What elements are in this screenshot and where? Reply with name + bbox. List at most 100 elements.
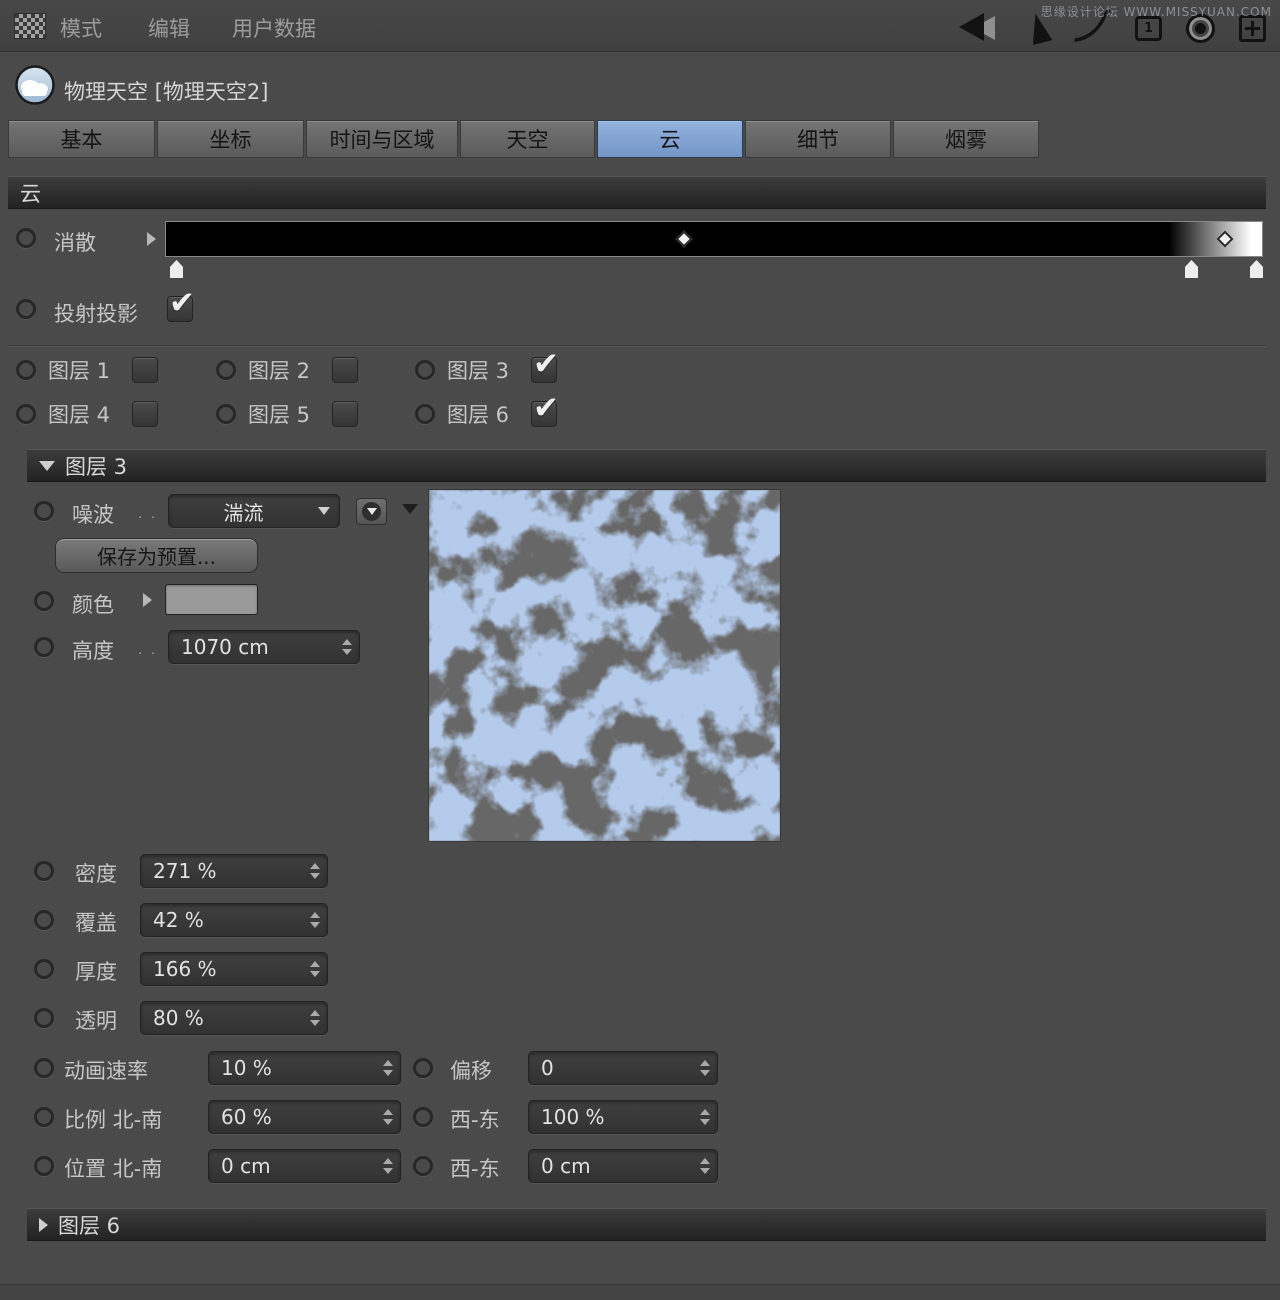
transparency-field[interactable]: 80 %: [140, 1001, 328, 1035]
thickness-stepper[interactable]: [307, 961, 327, 977]
tab-coords[interactable]: 坐标: [157, 120, 304, 158]
gradient-handle-left[interactable]: [170, 260, 183, 278]
coverage-keyframe-dot[interactable]: [34, 910, 54, 930]
section-clouds-title: 云: [20, 178, 41, 208]
anim-speed-field[interactable]: 10 %: [208, 1051, 401, 1085]
transparency-label: 透明: [75, 1005, 117, 1035]
lock-number: 1: [1144, 21, 1153, 36]
thickness-field[interactable]: 166 %: [140, 952, 328, 986]
layer4-checkbox[interactable]: [132, 401, 158, 427]
transparency-value: 80 %: [141, 1006, 307, 1030]
coverage-field[interactable]: 42 %: [140, 903, 328, 937]
menu-grid-icon[interactable]: [14, 13, 46, 39]
scale-ns-stepper[interactable]: [380, 1109, 400, 1125]
dissipation-keyframe-dot[interactable]: [16, 228, 36, 248]
dissipation-expander-icon[interactable]: [147, 232, 156, 246]
preset-circle-icon: [362, 502, 381, 521]
transparency-keyframe-dot[interactable]: [34, 1008, 54, 1028]
thickness-keyframe-dot[interactable]: [34, 959, 54, 979]
tab-basic[interactable]: 基本: [8, 120, 155, 158]
layer1-row: 图层 1: [16, 357, 158, 383]
gradient-right-knot-icon[interactable]: [1217, 231, 1234, 248]
layer5-row: 图层 5: [216, 401, 358, 427]
offset-label: 偏移: [450, 1055, 492, 1085]
layer5-checkbox[interactable]: [332, 401, 358, 427]
anim-speed-value: 10 %: [209, 1056, 380, 1080]
pos-ns-field[interactable]: 0 cm: [208, 1149, 401, 1183]
layer2-keyframe-dot[interactable]: [216, 360, 236, 380]
thickness-value: 166 %: [141, 957, 307, 981]
layer4-row: 图层 4: [16, 401, 158, 427]
tab-time[interactable]: 时间与区域: [306, 120, 458, 158]
offset-stepper[interactable]: [697, 1060, 717, 1076]
tab-clouds[interactable]: 云: [597, 120, 743, 158]
pos-we-stepper[interactable]: [697, 1158, 717, 1174]
menu-mode[interactable]: 模式: [60, 13, 102, 43]
layer6-checkbox[interactable]: ✔: [531, 401, 557, 427]
layer1-checkbox[interactable]: [132, 357, 158, 383]
cast-shadow-keyframe-dot[interactable]: [16, 299, 36, 319]
layer6-keyframe-dot[interactable]: [415, 404, 435, 424]
collapse-arrow-icon[interactable]: [39, 461, 55, 471]
noise-keyframe-dot[interactable]: [34, 501, 54, 521]
layer5-keyframe-dot[interactable]: [216, 404, 236, 424]
noise-type-value: 湍流: [169, 497, 318, 526]
gradient-mid-knot-icon[interactable]: [676, 231, 693, 248]
noise-options-arrow-icon[interactable]: [402, 504, 418, 514]
tab-details[interactable]: 细节: [745, 120, 891, 158]
scale-ns-field[interactable]: 60 %: [208, 1100, 401, 1134]
section-layer6[interactable]: 图层 6: [27, 1208, 1266, 1241]
offset-keyframe-dot[interactable]: [413, 1058, 433, 1078]
pos-ns-stepper[interactable]: [380, 1158, 400, 1174]
density-field[interactable]: 271 %: [140, 854, 328, 888]
scale-ns-keyframe-dot[interactable]: [34, 1107, 54, 1127]
offset-field[interactable]: 0: [528, 1051, 718, 1085]
expand-arrow-icon[interactable]: [39, 1218, 48, 1232]
menu-edit[interactable]: 编辑: [148, 13, 190, 43]
save-preset-button[interactable]: 保存为预置...: [55, 538, 258, 573]
noise-type-dropdown[interactable]: 湍流: [168, 494, 340, 528]
section-clouds[interactable]: 云: [8, 176, 1266, 209]
gradient-handle-middle[interactable]: [1185, 260, 1198, 278]
density-keyframe-dot[interactable]: [34, 861, 54, 881]
transparency-stepper[interactable]: [307, 1010, 327, 1026]
pos-we-value: 0 cm: [529, 1154, 697, 1178]
scale-we-value: 100 %: [529, 1105, 697, 1129]
color-expander-icon[interactable]: [143, 593, 152, 607]
back-arrow-icon[interactable]: [959, 13, 1005, 43]
dissipation-gradient-bar[interactable]: [165, 221, 1263, 257]
gradient-handle-right[interactable]: [1250, 260, 1263, 278]
pos-ns-value: 0 cm: [209, 1154, 380, 1178]
anim-speed-stepper[interactable]: [380, 1060, 400, 1076]
cloud-texture-image: [429, 490, 780, 841]
tab-fog[interactable]: 烟雾: [893, 120, 1039, 158]
layer3-keyframe-dot[interactable]: [415, 360, 435, 380]
scale-we-stepper[interactable]: [697, 1109, 717, 1125]
color-keyframe-dot[interactable]: [34, 591, 54, 611]
scale-we-keyframe-dot[interactable]: [413, 1107, 433, 1127]
density-stepper[interactable]: [307, 863, 327, 879]
height-keyframe-dot[interactable]: [34, 637, 54, 657]
height-field[interactable]: 1070 cm: [168, 630, 360, 664]
color-swatch[interactable]: [165, 584, 258, 615]
layer2-checkbox[interactable]: [332, 357, 358, 383]
tab-sky[interactable]: 天空: [460, 120, 595, 158]
layer3-checkbox[interactable]: ✔: [531, 357, 557, 383]
coverage-stepper[interactable]: [307, 912, 327, 928]
section-layer3[interactable]: 图层 3: [27, 449, 1266, 482]
layer1-keyframe-dot[interactable]: [16, 360, 36, 380]
cast-shadow-checkbox[interactable]: ✔: [167, 296, 193, 322]
layer4-keyframe-dot[interactable]: [16, 404, 36, 424]
pos-we-keyframe-dot[interactable]: [413, 1156, 433, 1176]
scale-we-field[interactable]: 100 %: [528, 1100, 718, 1134]
pos-ns-label: 位置 北-南: [64, 1153, 162, 1183]
dissipation-label: 消散: [54, 227, 96, 257]
menu-userdata[interactable]: 用户数据: [232, 13, 316, 43]
layer5-label: 图层 5: [248, 399, 332, 429]
anim-speed-keyframe-dot[interactable]: [34, 1058, 54, 1078]
pos-ns-keyframe-dot[interactable]: [34, 1156, 54, 1176]
noise-preset-button[interactable]: [356, 498, 387, 525]
tab-bar: 基本 坐标 时间与区域 天空 云 细节 烟雾: [8, 120, 1039, 158]
height-stepper[interactable]: [339, 639, 359, 655]
pos-we-field[interactable]: 0 cm: [528, 1149, 718, 1183]
